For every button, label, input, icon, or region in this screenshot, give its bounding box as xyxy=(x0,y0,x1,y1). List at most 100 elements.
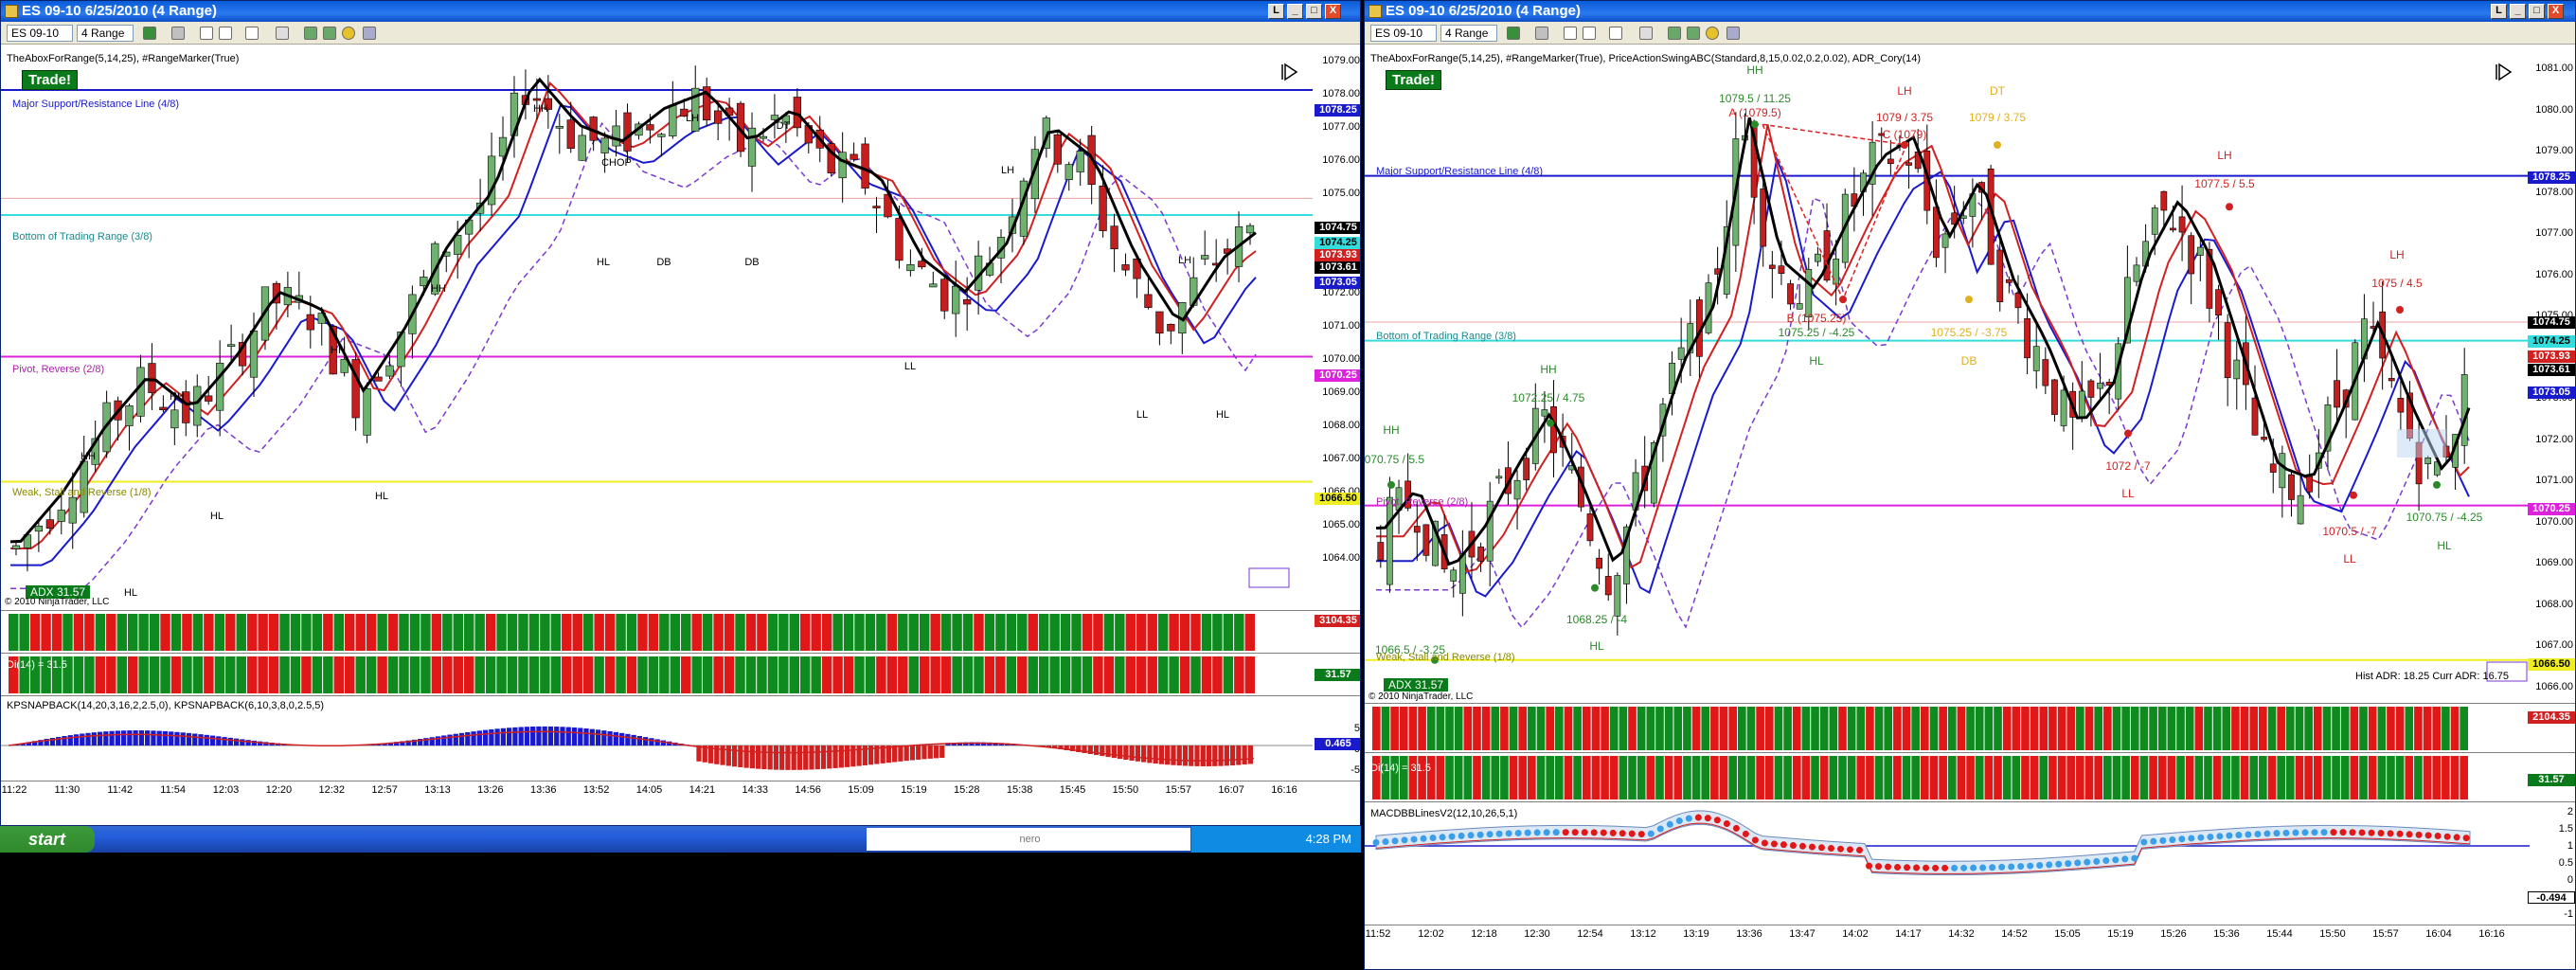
indicators-icon[interactable] xyxy=(304,27,317,40)
trend-bar xyxy=(1838,756,1847,799)
trend-bar xyxy=(876,656,886,693)
trend-bar xyxy=(2130,756,2139,799)
macd-dot xyxy=(2245,831,2252,838)
trend-bar xyxy=(1582,756,1591,799)
right-window-title: ES 09-10 6/25/2010 (4 Range) xyxy=(1386,3,1581,19)
trend-bar xyxy=(268,656,279,693)
left-major-sr-price: 1078.25 xyxy=(1315,104,1360,117)
snap-bar xyxy=(547,726,554,745)
candle xyxy=(827,141,835,177)
macd-dot xyxy=(2027,862,2034,870)
scroll-end-icon[interactable] xyxy=(2496,63,2513,81)
macd-dot xyxy=(1552,829,1560,836)
trend-bar xyxy=(1874,707,1884,750)
draw-tool-icon[interactable] xyxy=(1535,27,1548,40)
right-trade-button[interactable]: Trade! xyxy=(1386,70,1442,90)
minimize-button[interactable]: _ xyxy=(1287,4,1303,19)
zoom-in-icon[interactable] xyxy=(1564,27,1577,40)
restore-chart-button[interactable]: L xyxy=(1268,4,1284,19)
snap-bar xyxy=(560,727,565,745)
instrument-selector[interactable]: ES 09-10 xyxy=(1370,25,1437,42)
right-major-sr-price: 1078.25 xyxy=(2528,171,2575,184)
left-title-bar[interactable]: ES 09-10 6/25/2010 (4 Range) L _ □ X xyxy=(1,1,1360,22)
properties-icon[interactable] xyxy=(276,27,289,40)
trend-bar xyxy=(1038,614,1049,651)
macd-dot xyxy=(2349,829,2356,836)
left-bar1-value: 3104.35 xyxy=(1315,615,1360,627)
strategies-icon[interactable] xyxy=(323,27,336,40)
trend-bar xyxy=(1847,756,1856,799)
alert-icon[interactable] xyxy=(1706,27,1719,40)
trend-bar xyxy=(1518,756,1528,799)
period-selector[interactable]: 4 Range xyxy=(1440,25,1497,42)
restore-chart-button[interactable]: L xyxy=(2491,4,2507,19)
alert-icon[interactable] xyxy=(342,27,355,40)
trend-bar xyxy=(1829,707,1838,750)
right-bar-panel-2: Di(14) = 31.5 31.57 xyxy=(1365,753,2575,802)
trend-bar xyxy=(2167,756,2176,799)
trend-bar xyxy=(182,656,192,693)
snap-bar xyxy=(198,734,204,745)
snap-bar xyxy=(192,733,198,745)
candle xyxy=(1413,501,1421,562)
instrument-selector[interactable]: ES 09-10 xyxy=(7,25,73,42)
trend-bar xyxy=(2012,707,2021,750)
bars-type-icon[interactable] xyxy=(1507,27,1520,40)
properties-icon[interactable] xyxy=(1639,27,1653,40)
candle xyxy=(555,114,564,154)
data-box-icon[interactable] xyxy=(363,27,376,40)
trend-bar xyxy=(225,656,236,693)
zoom-out-icon[interactable] xyxy=(1583,27,1596,40)
right-title-bar[interactable]: ES 09-10 6/25/2010 (4 Range) L _ □ X xyxy=(1365,1,2575,22)
trend-bar xyxy=(1838,707,1847,750)
start-button[interactable]: start xyxy=(0,826,95,853)
trend-bar xyxy=(2340,756,2350,799)
trend-bar xyxy=(691,656,702,693)
indicators-icon[interactable] xyxy=(1668,27,1681,40)
trend-bar xyxy=(1774,756,1783,799)
clock[interactable]: 4:28 PM xyxy=(1306,832,1351,846)
trend-bar xyxy=(1038,656,1049,693)
left-trade-button[interactable]: Trade! xyxy=(22,70,79,90)
trend-bar xyxy=(1454,756,1463,799)
zoom-out-icon[interactable] xyxy=(219,27,232,40)
trend-bar xyxy=(2277,707,2285,750)
trend-bar xyxy=(2030,756,2039,799)
snap-bar xyxy=(850,745,856,767)
swing-label: HL xyxy=(210,511,224,522)
crosshair-icon[interactable] xyxy=(1609,27,1622,40)
trend-bar xyxy=(246,614,258,651)
draw-tool-icon[interactable] xyxy=(171,27,185,40)
trend-bar xyxy=(2259,707,2267,750)
candle xyxy=(2188,232,2195,305)
minimize-button[interactable]: _ xyxy=(2510,4,2526,19)
snap-bar xyxy=(1141,745,1147,763)
snap-bar xyxy=(921,745,927,760)
zoom-in-icon[interactable] xyxy=(200,27,213,40)
snap-bar xyxy=(1123,745,1129,761)
crosshair-icon[interactable] xyxy=(245,27,259,40)
close-button[interactable]: X xyxy=(2548,4,2564,19)
trend-bar xyxy=(2103,707,2112,750)
period-selector[interactable]: 4 Range xyxy=(77,25,134,42)
trend-bar xyxy=(582,614,594,651)
trend-bar xyxy=(1738,756,1746,799)
trend-bar xyxy=(1244,614,1255,651)
maximize-button[interactable]: □ xyxy=(2529,4,2545,19)
bars-type-icon[interactable] xyxy=(143,27,156,40)
macd-dot xyxy=(1505,830,1512,837)
snap-bar xyxy=(1218,745,1224,766)
strategies-icon[interactable] xyxy=(1687,27,1700,40)
candle xyxy=(1486,481,1494,587)
trend-bar xyxy=(1619,707,1628,750)
nero-search-box[interactable]: nero xyxy=(867,828,1193,851)
data-box-icon[interactable] xyxy=(1726,27,1740,40)
close-button[interactable]: X xyxy=(1325,4,1341,19)
maximize-button[interactable]: □ xyxy=(1306,4,1322,19)
candle xyxy=(2288,469,2295,517)
swing-dot xyxy=(2396,306,2404,314)
trend-bar xyxy=(800,656,811,693)
trend-bar xyxy=(1463,707,1473,750)
trend-bar xyxy=(811,656,821,693)
scroll-end-icon[interactable] xyxy=(1281,63,1298,81)
